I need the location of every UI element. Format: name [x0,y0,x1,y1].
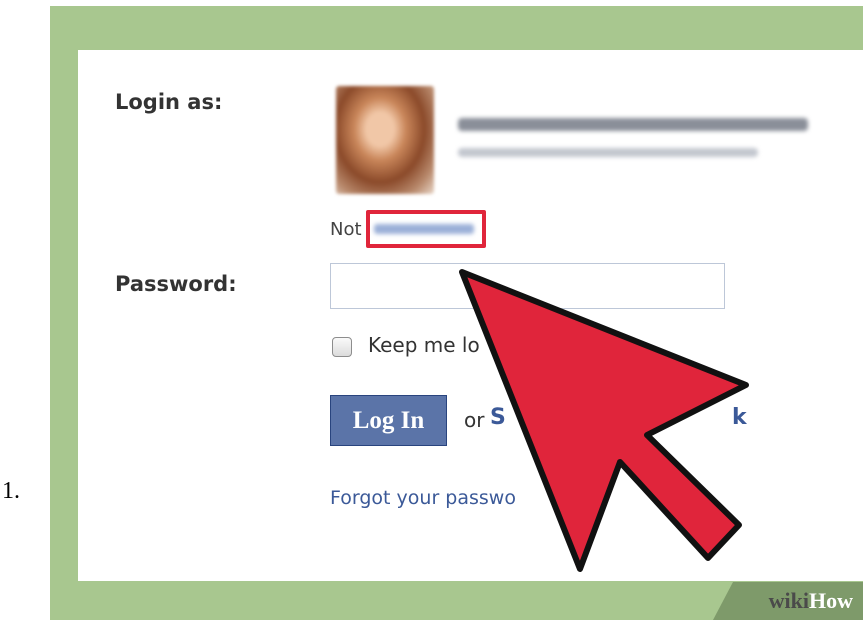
wikihow-watermark: wikiHow [713,582,863,620]
step-number: 1. [2,478,20,504]
wikihow-how-text: How [809,588,853,613]
wikihow-wiki-text: wiki [768,588,809,613]
cursor-arrow-icon [459,269,749,572]
illustration-frame: Login as: Not Password: Keep me lo Log I… [50,6,863,620]
